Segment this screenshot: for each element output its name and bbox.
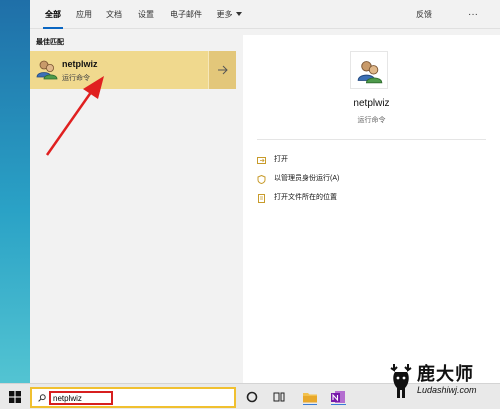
desktop-background — [0, 0, 30, 383]
divider — [257, 139, 486, 140]
result-name: netplwiz — [62, 59, 98, 69]
detail-app-type: 运行命令 — [357, 117, 386, 124]
taskbar-search-box[interactable] — [30, 387, 236, 408]
tab-more-label: 更多 — [216, 10, 233, 19]
action-open-label: 打开 — [274, 156, 288, 163]
action-open-file-location-label: 打开文件所在的位置 — [274, 194, 337, 201]
search-input[interactable] — [49, 391, 113, 405]
detail-pane: netplwiz 运行命令 打开 以管理员身份运行(A) 打开文件所在的位置 — [243, 35, 500, 383]
tab-settings[interactable]: 设置 — [134, 0, 158, 29]
tab-more[interactable]: 更多 — [212, 0, 246, 29]
run-as-admin-icon — [257, 175, 266, 184]
tab-documents[interactable]: 文档 — [102, 0, 126, 29]
more-options-button[interactable]: ··· — [468, 0, 478, 29]
feedback-link[interactable]: 反馈 — [416, 0, 432, 29]
watermark-url: Ludashiwj.com — [417, 385, 477, 395]
watermark-name: 鹿大师 — [417, 364, 474, 384]
arrow-right-icon — [218, 65, 228, 75]
chevron-down-icon — [235, 12, 242, 16]
tab-apps[interactable]: 应用 — [72, 0, 96, 29]
tab-all[interactable]: 全部 — [40, 0, 66, 29]
start-icon[interactable] — [9, 391, 21, 403]
file-explorer-icon[interactable] — [302, 389, 318, 405]
filter-bar: 全部 应用 文档 设置 电子邮件 更多 反馈 ··· — [30, 0, 500, 29]
expand-details-button[interactable] — [208, 51, 236, 89]
folder-location-icon — [258, 194, 265, 203]
task-view-icon[interactable] — [271, 389, 287, 405]
onenote-icon[interactable] — [330, 389, 346, 405]
annotation-arrow — [45, 76, 104, 156]
detail-app-name: netplwiz — [353, 98, 390, 109]
tab-email[interactable]: 电子邮件 — [166, 0, 206, 29]
open-icon — [257, 157, 266, 164]
watermark: 鹿大师 Ludashiwj.com — [382, 358, 500, 409]
deer-logo-icon — [390, 364, 412, 398]
action-run-as-admin-label: 以管理员身份运行(A) — [274, 175, 340, 182]
search-icon — [38, 394, 46, 402]
cortana-icon[interactable] — [244, 389, 260, 405]
search-panel: 全部 应用 文档 设置 电子邮件 更多 反馈 ··· 最佳匹配 netplwiz… — [30, 0, 500, 383]
users-icon — [350, 51, 388, 89]
section-title: 最佳匹配 — [36, 39, 64, 46]
